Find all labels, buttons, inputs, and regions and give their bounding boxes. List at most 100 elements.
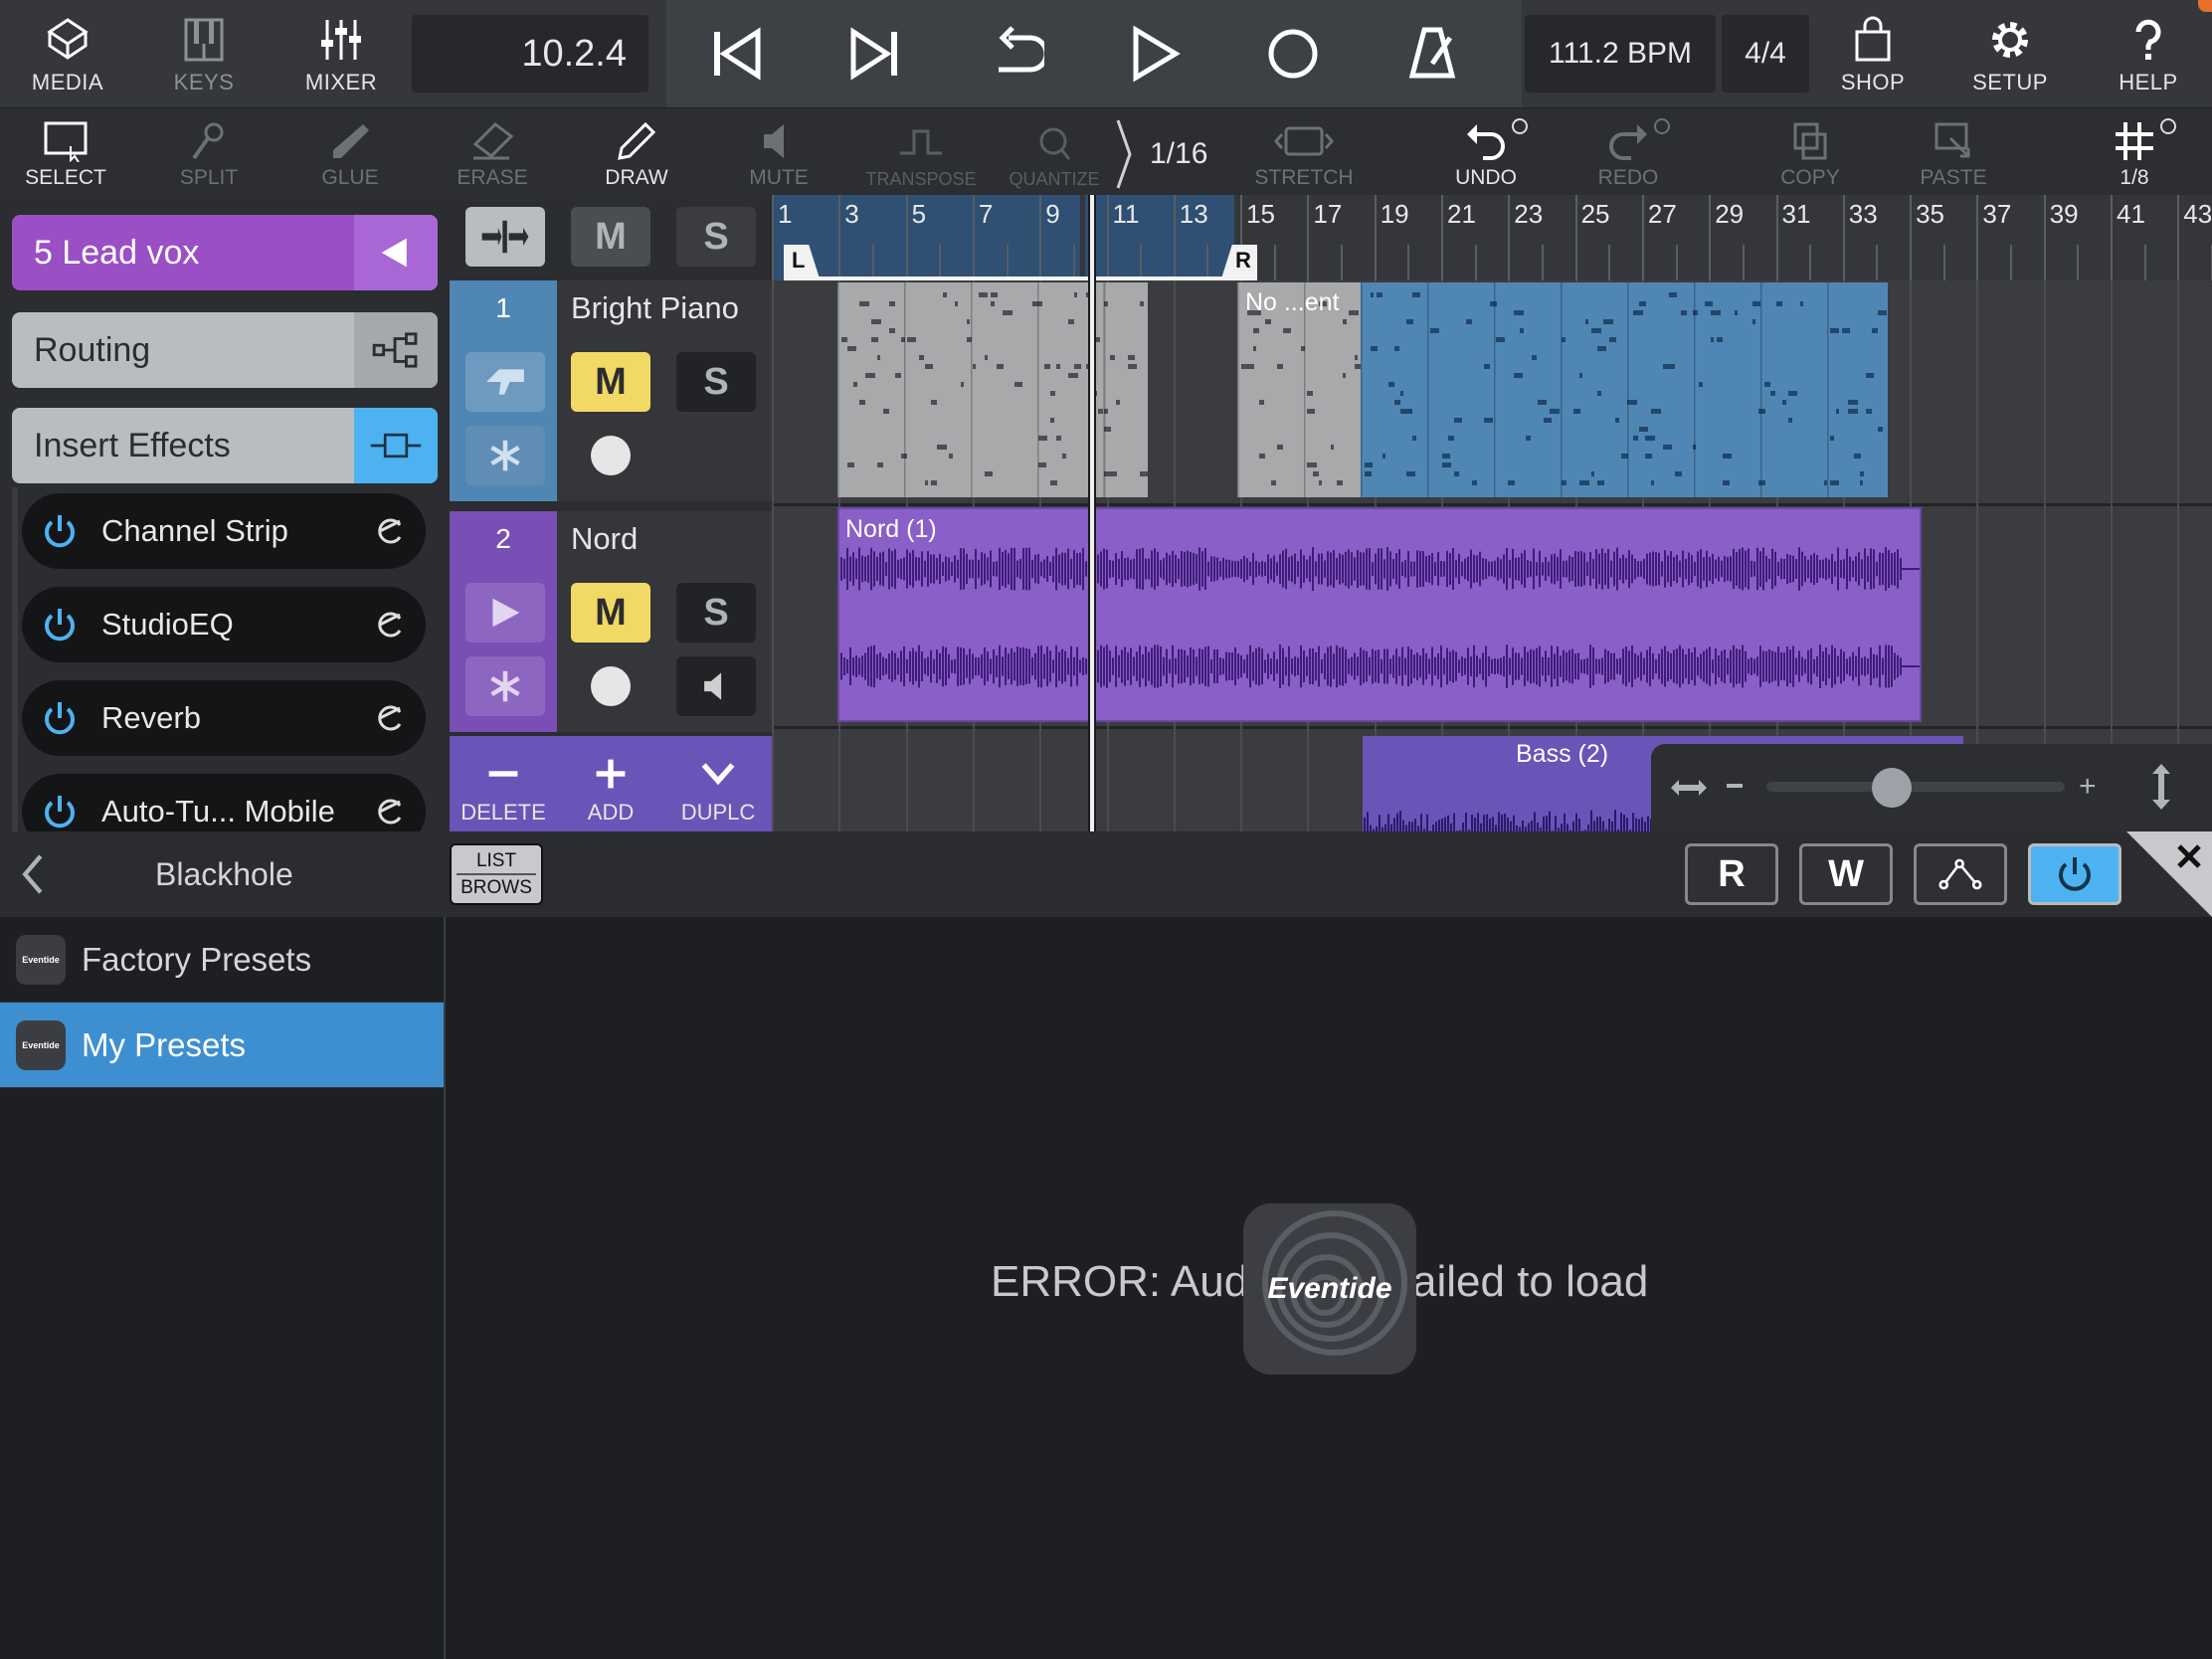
audio-track-button[interactable] (465, 583, 545, 643)
shop-button[interactable]: SHOP (1813, 0, 1933, 107)
zoom-in-icon[interactable]: + (2079, 770, 2097, 804)
edit-icon[interactable] (374, 702, 406, 734)
preset-back-button[interactable]: Blackhole (0, 831, 446, 917)
zoom-slider-track[interactable] (1766, 782, 2065, 792)
plugin-power-button[interactable] (2028, 843, 2121, 905)
quantize-tool[interactable]: QUANTIZE (985, 108, 1124, 196)
redo-button[interactable]: REDO (1559, 108, 1698, 196)
track-name-button[interactable]: 5 Lead vox (12, 215, 438, 290)
redo-history-icon[interactable] (1654, 118, 1670, 134)
undo-button[interactable]: UNDO (1416, 108, 1556, 196)
add-track-button[interactable]: ADD (557, 736, 664, 831)
metronome-button[interactable] (1392, 14, 1472, 93)
arrangement-timeline[interactable]: 1 3 5 7 9 11 13 15 17 19 21 23 25 27 29 31 33 35 37 39 41 43 … (772, 195, 2212, 831)
go-to-start-button[interactable] (696, 14, 776, 93)
track-view-toggle[interactable] (465, 207, 545, 267)
mixer-button[interactable]: MIXER (281, 0, 401, 107)
split-tool[interactable]: SPLIT (139, 108, 278, 196)
edit-icon[interactable] (374, 796, 406, 828)
track-2-automation-button[interactable] (465, 656, 545, 716)
keys-button[interactable]: KEYS (144, 0, 264, 107)
midi-note (1283, 328, 1291, 333)
horizontal-zoom-icon[interactable] (1669, 768, 1709, 808)
signature-display[interactable]: 4/4 (1722, 15, 1809, 92)
track-1-solo-button[interactable]: S (676, 352, 756, 412)
setup-button[interactable]: SETUP (1950, 0, 2070, 107)
read-automation-button[interactable]: R (1685, 843, 1778, 905)
delete-track-button[interactable]: DELETE (450, 736, 557, 831)
mute-tool[interactable]: MUTE (709, 108, 848, 196)
power-icon[interactable] (42, 794, 78, 830)
preset-item-my-presets[interactable]: Eventide My Presets (0, 1003, 444, 1088)
media-button[interactable]: MEDIA (8, 0, 127, 107)
track-2-mute-button[interactable]: M (571, 583, 650, 643)
zoom-out-icon[interactable] (1727, 784, 1743, 788)
go-to-end-button[interactable] (835, 14, 915, 93)
track-1-automation-button[interactable] (465, 426, 545, 485)
routing-icon-button[interactable] (354, 312, 438, 388)
edit-icon[interactable] (374, 515, 406, 547)
quantize-value-selector[interactable]: 1/16 (1114, 116, 1233, 192)
track-2-solo-button[interactable]: S (676, 583, 756, 643)
list-browse-toggle[interactable]: LIST BROWS (450, 843, 543, 905)
power-icon[interactable] (42, 513, 78, 549)
midi-note (907, 337, 916, 342)
erase-tool[interactable]: ERASE (423, 108, 562, 196)
global-mute-button[interactable]: M (571, 207, 650, 267)
grid-options-icon[interactable] (2160, 118, 2176, 134)
effect-slot-reverb[interactable]: Reverb (22, 680, 426, 756)
track-2-monitor-button[interactable] (676, 656, 756, 716)
power-icon[interactable] (42, 607, 78, 643)
draw-tool[interactable]: DRAW (567, 108, 706, 196)
copy-button[interactable]: COPY (1741, 108, 1880, 196)
midi-note (931, 480, 937, 485)
write-automation-button[interactable]: W (1799, 843, 1893, 905)
help-button[interactable]: HELP (2089, 0, 2208, 107)
quantize-icon (1039, 127, 1071, 160)
position-display[interactable]: 10.2.4 (412, 15, 648, 92)
select-tool[interactable]: SELECT (0, 108, 135, 196)
bar-ruler[interactable]: 1 3 5 7 9 11 13 15 17 19 21 23 25 27 29 31 33 35 37 39 41 43 … (772, 195, 2212, 280)
insert-effects-button[interactable]: Insert Effects (12, 408, 438, 483)
track-header-2[interactable]: 2 Nord M S (450, 511, 772, 732)
clip-name: Nord (1) (845, 515, 937, 543)
transpose-tool[interactable]: TRANSPOSE (851, 108, 991, 196)
ruler-subtick (939, 245, 942, 280)
track-1-mute-button[interactable]: M (571, 352, 650, 412)
edit-icon[interactable] (374, 609, 406, 641)
track-1-record-arm-button[interactable] (591, 436, 631, 475)
vertical-zoom-icon[interactable] (2146, 762, 2176, 812)
ruler-bar-label: 15 (1246, 199, 1276, 229)
automation-editor-button[interactable] (1914, 843, 2007, 905)
glue-tool[interactable]: GLUE (280, 108, 420, 196)
ruler-tick (838, 195, 841, 280)
routing-button[interactable]: Routing (12, 312, 438, 388)
midi-clip-piano-3[interactable] (1361, 282, 1888, 497)
audio-clip-nord[interactable]: Nord (1) (837, 507, 1922, 722)
zoom-slider-thumb[interactable] (1872, 768, 1912, 808)
midi-clip-piano-2[interactable]: No ...ent (1237, 282, 1361, 497)
insert-icon-button[interactable] (354, 408, 438, 483)
effect-slot-channel-strip[interactable]: Channel Strip (22, 493, 426, 569)
midi-note (1430, 328, 1439, 333)
loop-button[interactable] (975, 14, 1054, 93)
playhead[interactable] (1090, 195, 1094, 831)
track-2-record-arm-button[interactable] (591, 666, 631, 706)
play-button[interactable] (1114, 14, 1194, 93)
track-header-1[interactable]: 1 Bright Piano M S (450, 280, 772, 501)
global-solo-button[interactable]: S (676, 207, 756, 267)
duplicate-track-button[interactable]: DUPLC (664, 736, 772, 831)
close-panel-button[interactable] (2126, 831, 2212, 917)
grid-button[interactable]: 1/8 (2065, 108, 2204, 196)
instrument-button[interactable] (465, 352, 545, 412)
effect-slot-studioeq[interactable]: StudioEQ (22, 587, 426, 662)
undo-history-icon[interactable] (1512, 118, 1528, 134)
collapse-inspector-button[interactable] (354, 215, 438, 290)
power-icon[interactable] (42, 700, 78, 736)
tempo-display[interactable]: 111.2 BPM (1525, 15, 1716, 92)
midi-clip-piano-1[interactable] (837, 282, 1148, 497)
stretch-tool[interactable]: STRETCH (1234, 108, 1374, 196)
paste-button[interactable]: PASTE (1884, 108, 2023, 196)
record-button[interactable] (1253, 14, 1333, 93)
preset-item-factory[interactable]: Eventide Factory Presets (0, 917, 444, 1003)
